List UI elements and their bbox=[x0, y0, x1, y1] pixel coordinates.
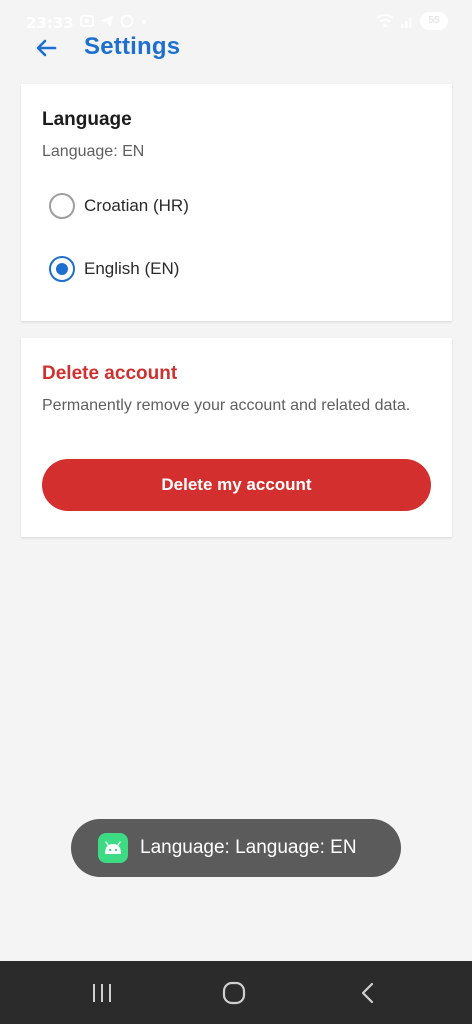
app-header: Settings bbox=[0, 28, 472, 68]
signal-icon bbox=[401, 17, 412, 28]
screenshot-notification-icon bbox=[80, 15, 94, 27]
radio-unchecked-icon[interactable] bbox=[49, 193, 75, 219]
radio-checked-icon[interactable] bbox=[49, 256, 75, 282]
delete-account-title: Delete account bbox=[42, 363, 178, 384]
language-card-title: Language bbox=[42, 109, 132, 130]
telegram-notification-icon bbox=[101, 15, 113, 27]
language-option-english[interactable]: English (EN) bbox=[49, 253, 179, 285]
arrow-left-icon bbox=[36, 39, 57, 57]
language-option-label: Croatian (HR) bbox=[84, 196, 189, 215]
delete-account-button[interactable]: Delete my account bbox=[42, 459, 431, 511]
back-button[interactable] bbox=[30, 32, 62, 64]
system-navigation-bar bbox=[0, 961, 472, 1024]
delete-account-description: Permanently remove your account and rela… bbox=[42, 397, 411, 414]
whatsapp-notification-icon bbox=[120, 14, 134, 28]
language-card: Language Language: EN Croatian (HR) Engl… bbox=[21, 84, 452, 321]
delete-account-card: Delete account Permanently remove your a… bbox=[21, 338, 452, 537]
chevron-left-icon bbox=[361, 982, 374, 1004]
android-icon bbox=[98, 833, 128, 863]
settings-screen: 23:33 55 Settings Language Language: EN … bbox=[0, 0, 472, 1024]
home-icon bbox=[222, 981, 246, 1005]
wifi-icon bbox=[376, 14, 394, 28]
toast-notification: Language: Language: EN bbox=[71, 819, 401, 877]
current-language-label: Language: EN bbox=[42, 143, 145, 160]
language-option-croatian[interactable]: Croatian (HR) bbox=[49, 190, 189, 222]
page-title: Settings bbox=[84, 33, 181, 60]
recents-button[interactable] bbox=[84, 975, 120, 1011]
system-back-button[interactable] bbox=[350, 975, 386, 1011]
recents-icon bbox=[93, 984, 111, 1002]
language-option-label: English (EN) bbox=[84, 259, 180, 278]
notification-icons bbox=[80, 14, 148, 28]
home-button[interactable] bbox=[216, 975, 252, 1011]
toast-message: Language: Language: EN bbox=[140, 837, 357, 858]
dot-notification-icon bbox=[142, 20, 146, 24]
